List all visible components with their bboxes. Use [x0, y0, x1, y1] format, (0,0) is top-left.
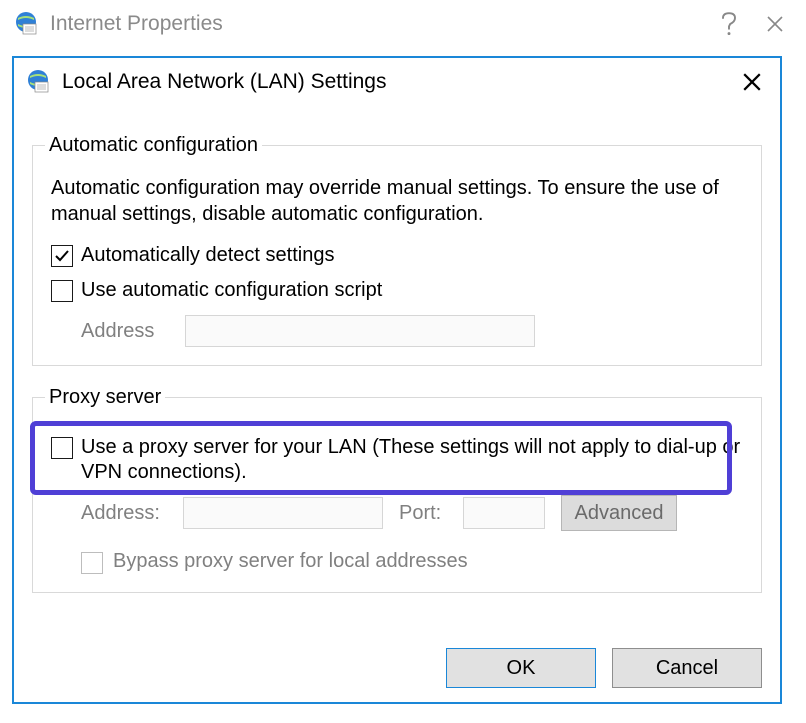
proxy-address-label: Address:	[81, 502, 167, 525]
cancel-button[interactable]: Cancel	[612, 648, 762, 688]
bypass-proxy-label: Bypass proxy server for local addresses	[113, 549, 468, 574]
parent-close-button[interactable]	[752, 2, 798, 46]
bypass-proxy-checkbox[interactable]	[81, 552, 103, 574]
auto-script-checkbox[interactable]	[51, 280, 73, 302]
auto-script-label: Use automatic configuration script	[81, 278, 382, 303]
parent-window-titlebar: Internet Properties	[0, 0, 806, 48]
proxy-port-label: Port:	[399, 502, 447, 525]
use-proxy-label: Use a proxy server for your LAN (These s…	[81, 435, 743, 485]
advanced-button[interactable]: Advanced	[561, 495, 677, 531]
modal-titlebar: Local Area Network (LAN) Settings	[14, 58, 780, 106]
proxy-server-legend: Proxy server	[45, 386, 165, 409]
parent-window-title: Internet Properties	[50, 12, 223, 36]
auto-detect-checkbox[interactable]	[51, 245, 73, 267]
automatic-configuration-group: Automatic configuration Automatic config…	[32, 134, 762, 366]
modal-close-button[interactable]	[730, 61, 774, 103]
auto-address-label: Address	[81, 320, 167, 343]
help-button[interactable]	[706, 2, 752, 46]
modal-title: Local Area Network (LAN) Settings	[62, 70, 386, 94]
lan-settings-icon	[26, 68, 52, 99]
use-proxy-checkbox[interactable]	[51, 437, 73, 459]
proxy-port-input[interactable]	[463, 497, 545, 529]
proxy-address-input[interactable]	[183, 497, 383, 529]
auto-address-input[interactable]	[185, 315, 535, 347]
automatic-configuration-legend: Automatic configuration	[45, 134, 262, 157]
automatic-configuration-description: Automatic configuration may override man…	[51, 175, 743, 227]
ok-button[interactable]: OK	[446, 648, 596, 688]
internet-options-icon	[14, 10, 40, 41]
lan-settings-dialog: Local Area Network (LAN) Settings Automa…	[12, 56, 782, 704]
proxy-server-group: Proxy server Use a proxy server for your…	[32, 386, 762, 593]
auto-detect-label: Automatically detect settings	[81, 243, 334, 268]
dialog-footer: OK Cancel	[32, 624, 762, 688]
